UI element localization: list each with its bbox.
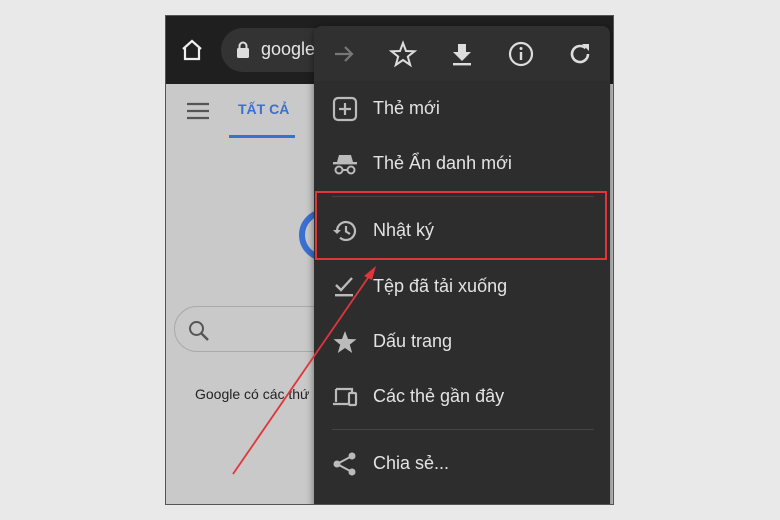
annotation-arrow [232,266,376,475]
